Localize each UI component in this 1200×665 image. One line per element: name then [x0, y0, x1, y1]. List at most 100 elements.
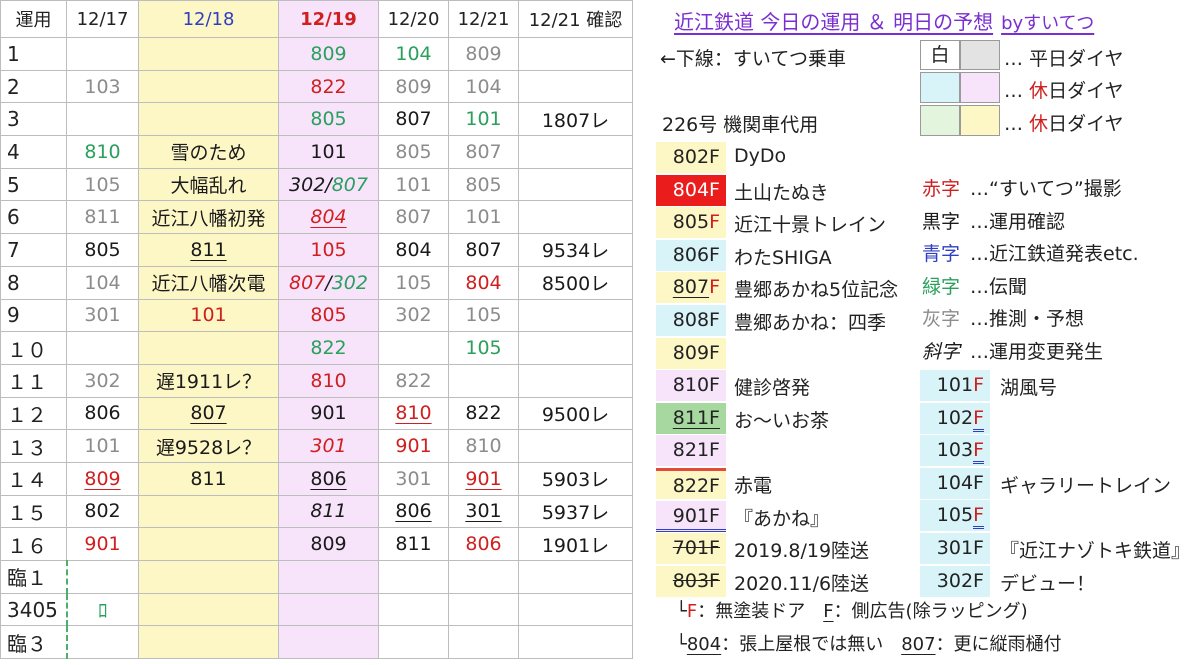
cell-1219: 101	[278, 135, 379, 169]
cell-1217: 901	[66, 527, 139, 561]
table-row: 8 104 近江八幡次電 807/302 105 804 8500レ	[0, 265, 633, 300]
cell-1220: 806	[378, 494, 449, 529]
table-row: 5 105 大幅乱れ 302/807 101 805	[0, 167, 633, 202]
cell-1218	[138, 494, 279, 529]
legend-yellow-box	[960, 105, 1000, 136]
cell-1221-confirm	[518, 200, 633, 235]
car-badge: 806F	[656, 239, 726, 271]
cell-1219: 805	[278, 298, 379, 333]
car-badge: 103F	[920, 435, 990, 467]
operation-number: 3405	[0, 592, 67, 627]
cell-1217: 301	[66, 298, 139, 333]
car-description: 土山たぬき	[734, 181, 829, 204]
car-badge: 822F	[656, 468, 726, 499]
table-row: １１ 302 遅1911レ？ 810 822	[0, 363, 633, 398]
cell-1219: 822	[278, 331, 379, 365]
car-description: 『あかね』	[734, 507, 830, 530]
table-row: １６ 901 809 811 806 1901レ	[0, 527, 633, 561]
cell-1221: 809	[448, 37, 519, 71]
cell-1221	[448, 560, 519, 594]
legend-lightgreen-box	[920, 105, 960, 136]
car-description: 健診啓発	[734, 377, 811, 400]
cell-1219: 302/807	[278, 167, 379, 202]
cell-1221	[448, 363, 519, 398]
table-row: 臨１	[0, 560, 633, 594]
legend-holiday-2: … 休日ダイヤ	[1004, 113, 1124, 135]
operation-number: １６	[0, 527, 67, 561]
cell-1217	[66, 37, 139, 71]
cell-1221: 105	[448, 331, 519, 365]
car-description: お～いお茶	[734, 409, 830, 432]
cell-1217: 810	[66, 135, 139, 169]
cell-1221: 901	[448, 461, 519, 496]
cell-1221: 104	[448, 69, 519, 104]
note-226: 226号 機関車代用	[662, 114, 819, 136]
cell-1220: 807	[378, 102, 449, 137]
cell-1219	[278, 625, 379, 660]
car-badge: 802F	[656, 142, 726, 173]
cell-1217: 101	[66, 429, 139, 463]
car-description: デビュー！	[1000, 572, 1096, 595]
car-badge: 102F	[920, 402, 990, 434]
color-legend-desc: …“すいてつ”撮影	[970, 178, 1122, 200]
cell-1220: 901	[378, 429, 449, 463]
legend-pink-box	[960, 72, 1000, 103]
cell-1220: 809	[378, 69, 449, 104]
operation-number: １１	[0, 363, 67, 398]
cell-1220	[378, 592, 449, 627]
page-title: 近江鉄道 今日の運用 ＆ 明日の予想 byすいてつ	[674, 6, 1094, 35]
cell-1217: 802	[66, 494, 139, 529]
cell-1221-confirm: 9500レ	[518, 396, 633, 431]
cell-1219: 806	[278, 461, 379, 496]
header-1219: 12/19	[278, 0, 379, 38]
cell-1220	[378, 560, 449, 594]
operation-number: １４	[0, 461, 67, 496]
cell-1217: ﾛ	[65, 592, 139, 627]
title-by: byすいてつ	[1001, 13, 1095, 34]
car-badge: 104F	[920, 467, 990, 499]
cell-1219: 804	[278, 200, 379, 235]
color-legend-desc: …近江鉄道発表etc.	[970, 243, 1139, 266]
underline-note: ←下線：すいてつ乗車	[660, 48, 846, 70]
cell-1221: 105	[448, 298, 519, 333]
cell-1220: 805	[378, 135, 449, 169]
color-legend-word: 赤字	[922, 178, 961, 200]
car-badge: 803F	[656, 565, 726, 597]
car-description: 近江十景トレイン	[734, 214, 887, 237]
car-badge: 821F	[656, 435, 726, 467]
car-description: 豊郷あかね5位記念	[734, 279, 899, 302]
cell-1217	[66, 102, 139, 137]
cell-1221: 822	[448, 396, 519, 431]
header-1221-confirm: 12/21 確認	[518, 0, 633, 38]
cell-1218: 811	[138, 233, 279, 267]
color-legend-desc: …運用変更発生	[970, 341, 1104, 363]
car-badge: 804F	[656, 174, 726, 206]
car-description: 湖風号	[1000, 377, 1058, 399]
cell-1219	[278, 560, 379, 594]
car-badge: 811F	[656, 402, 726, 434]
color-legend-word: 黒字	[922, 210, 961, 233]
cell-1220: 101	[378, 167, 449, 202]
cell-1218: 101	[138, 298, 279, 333]
cell-1219: 809	[278, 527, 379, 561]
cell-1219: 822	[278, 69, 379, 104]
cell-1218	[138, 560, 279, 594]
operation-number: 臨１	[0, 560, 67, 594]
cell-1218: 近江八幡初発	[138, 200, 279, 235]
car-badge: 302F	[920, 565, 990, 597]
car-description: 豊郷あかね：四季	[734, 312, 887, 334]
cell-1221: 301	[448, 494, 519, 529]
legend-holiday-1: … 休日ダイヤ	[1004, 80, 1124, 102]
operations-table: 運用 12/17 12/18 12/19 12/20 12/21 12/21 確…	[0, 0, 633, 660]
car-badge: 807F	[656, 272, 726, 304]
table-row: 3 805 807 101 1807レ	[0, 102, 633, 137]
cell-1219: 805	[278, 102, 379, 137]
operation-number: 6	[0, 200, 67, 235]
cell-1221-confirm	[518, 167, 633, 202]
legend-white-box: 白	[920, 40, 960, 70]
color-legend-word: 斜字	[922, 341, 961, 363]
car-badge: 810F	[656, 370, 726, 402]
cell-1221: 804	[448, 265, 519, 300]
cell-1219: 809	[278, 37, 379, 71]
header-1221: 12/21	[448, 0, 519, 38]
